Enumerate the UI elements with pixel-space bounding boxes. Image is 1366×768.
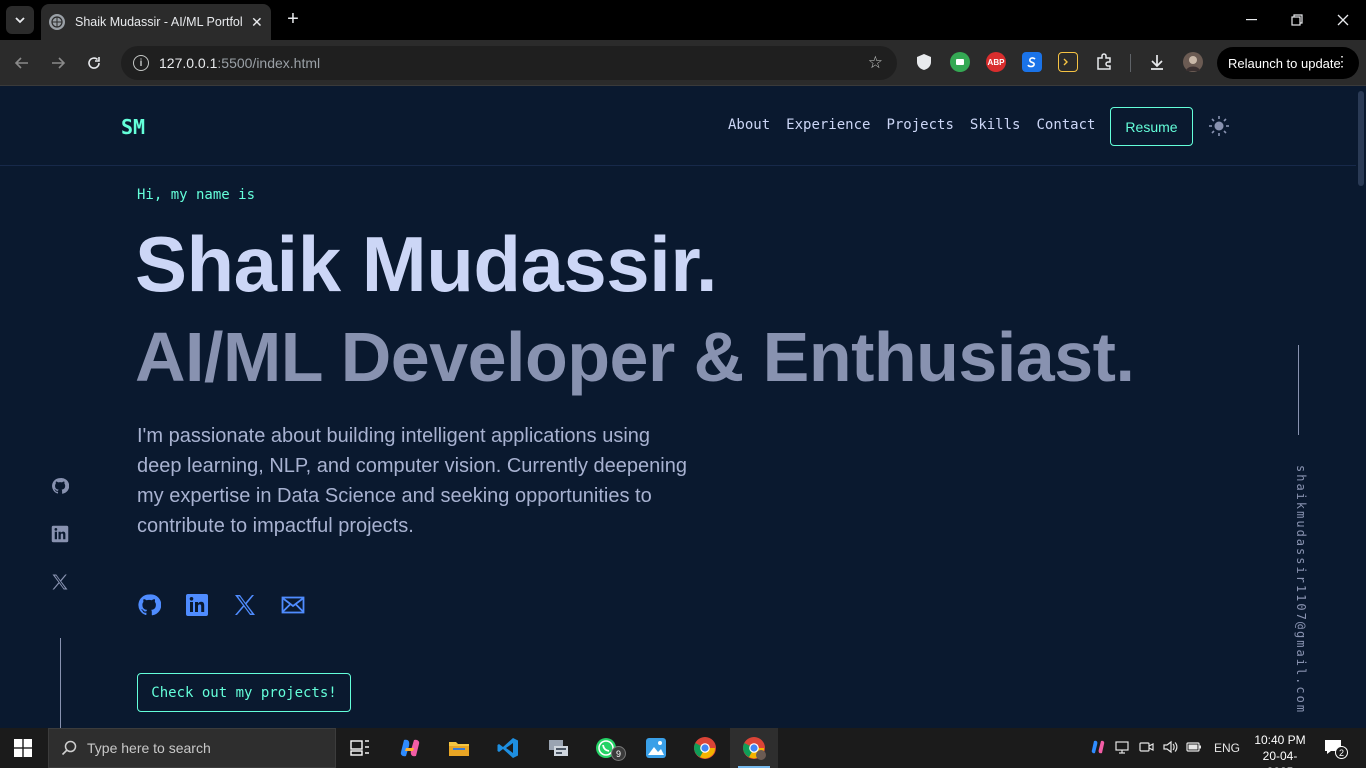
url-path: :5500/index.html [217, 55, 321, 71]
taskbar-search-placeholder: Type here to search [87, 740, 211, 756]
new-tab-button[interactable]: + [282, 8, 304, 30]
network-app-icon[interactable] [546, 736, 570, 760]
taskbar-search-box[interactable]: Type here to search [48, 728, 336, 768]
clock-time: 10:40 PM [1254, 733, 1306, 747]
url-text: 127.0.0.1:5500/index.html [159, 55, 320, 71]
browser-tab-bar: Shaik Mudassir - AI/ML Portfolio ✕ + [0, 0, 1366, 40]
profile-avatar[interactable] [1183, 52, 1203, 72]
notification-center-button[interactable]: 2 [1323, 738, 1348, 759]
minimize-icon [1245, 19, 1257, 21]
hero-greeting: Hi, my name is [137, 187, 256, 203]
file-explorer-icon[interactable] [447, 736, 471, 760]
taskbar-active-app[interactable] [730, 728, 778, 768]
restore-icon [1291, 14, 1303, 26]
hero-role: AI/ML Developer & Enthusiast. [135, 318, 1135, 396]
task-view-icon[interactable] [348, 736, 372, 760]
hero-social-links [137, 593, 305, 617]
battery-icon[interactable] [1186, 739, 1202, 758]
forward-button[interactable] [46, 51, 70, 75]
relaunch-label: Relaunch to update [1228, 55, 1341, 71]
scrollbar-thumb[interactable] [1358, 91, 1364, 186]
sidebar-github-icon[interactable] [51, 477, 70, 495]
site-info-icon[interactable]: i [133, 55, 149, 71]
email-icon[interactable] [281, 593, 305, 617]
s-extension-icon[interactable] [1022, 52, 1042, 72]
arrow-right-icon [52, 57, 66, 69]
nav-link-skills[interactable]: Skills [970, 117, 1021, 133]
minimize-button[interactable] [1228, 0, 1274, 40]
close-window-button[interactable] [1320, 0, 1366, 40]
url-host: 127.0.0.1 [159, 55, 218, 71]
close-icon [1337, 14, 1349, 26]
address-bar[interactable]: i 127.0.0.1:5500/index.html ☆ [121, 46, 897, 80]
restore-button[interactable] [1274, 0, 1320, 40]
tab-search-button[interactable] [6, 6, 34, 34]
toolbar-divider [1130, 54, 1131, 72]
hero-name: Shaik Mudassir. [135, 220, 718, 308]
email-vertical-line [1298, 345, 1299, 435]
search-icon [61, 740, 77, 756]
relaunch-button[interactable]: Relaunch to update ⋮ [1217, 47, 1359, 79]
grammar-extension-icon[interactable] [950, 52, 970, 72]
tab-title: Shaik Mudassir - AI/ML Portfolio [75, 15, 243, 29]
linkedin-icon[interactable] [185, 593, 209, 617]
clock-date: 20-04-2025 [1262, 749, 1298, 768]
windows-taskbar: Type here to search 9 ENG 10:40 PM 20-04… [0, 728, 1366, 768]
github-icon[interactable] [137, 593, 162, 617]
reload-icon [88, 57, 100, 69]
browser-toolbar: i 127.0.0.1:5500/index.html ☆ ABP Relaun… [0, 40, 1366, 86]
portfolio-page: SM About Experience Projects Skills Cont… [0, 87, 1366, 728]
browser-tab-active[interactable]: Shaik Mudassir - AI/ML Portfolio ✕ [41, 4, 271, 40]
extensions-puzzle-icon[interactable] [1094, 52, 1114, 72]
reload-button[interactable] [82, 51, 106, 75]
windows-start-icon[interactable] [14, 739, 32, 757]
site-nav-links: About Experience Projects Skills Contact [728, 117, 1095, 133]
back-button[interactable] [10, 51, 34, 75]
resume-button[interactable]: Resume [1110, 107, 1193, 146]
projects-cta-button[interactable]: Check out my projects! [137, 673, 351, 712]
arrow-left-icon [14, 57, 28, 69]
nav-link-about[interactable]: About [728, 117, 770, 133]
volume-icon[interactable] [1162, 739, 1178, 758]
chevron-down-icon [15, 17, 25, 24]
nav-link-experience[interactable]: Experience [786, 117, 870, 133]
sidebar-vertical-line [60, 638, 61, 728]
copilot-icon[interactable] [398, 736, 422, 760]
x-twitter-icon[interactable] [233, 593, 257, 617]
brave-shield-extension-icon[interactable] [914, 52, 934, 72]
system-tray: ENG [1090, 728, 1240, 768]
globe-icon [49, 14, 65, 30]
terminal-extension-icon[interactable] [1058, 52, 1078, 72]
abp-label: ABP [987, 57, 1005, 67]
chrome-icon[interactable] [693, 736, 717, 760]
menu-dots-icon[interactable]: ⋮ [1335, 53, 1349, 70]
sidebar-email-link[interactable]: shaikmudassir1107@gmail.com [1288, 465, 1308, 714]
bookmark-star-icon[interactable]: ☆ [868, 53, 883, 73]
copilot-tray-icon[interactable] [1090, 739, 1106, 758]
adblock-plus-icon[interactable]: ABP [986, 52, 1006, 72]
site-logo[interactable]: SM [121, 115, 145, 139]
notification-count: 2 [1335, 746, 1348, 759]
taskbar-clock[interactable]: 10:40 PM 20-04-2025 [1250, 732, 1310, 768]
whatsapp-icon[interactable]: 9 [594, 736, 628, 761]
meet-now-icon[interactable] [1138, 739, 1154, 758]
hero-description: I'm passionate about building intelligen… [137, 425, 687, 537]
network-icon[interactable] [1114, 739, 1130, 758]
sun-icon [1209, 116, 1229, 136]
language-indicator[interactable]: ENG [1214, 741, 1240, 755]
theme-toggle-button[interactable] [1208, 115, 1230, 137]
sidebar-linkedin-icon[interactable] [51, 525, 69, 543]
downloads-icon[interactable] [1147, 52, 1167, 72]
nav-link-contact[interactable]: Contact [1036, 117, 1095, 133]
whatsapp-badge: 9 [611, 746, 626, 761]
page-scrollbar[interactable] [1356, 87, 1366, 728]
site-header: SM About Experience Projects Skills Cont… [0, 87, 1356, 166]
chrome-profile-icon [742, 736, 766, 760]
nav-link-projects[interactable]: Projects [886, 117, 953, 133]
tab-close-icon[interactable]: ✕ [251, 14, 263, 31]
sidebar-x-twitter-icon[interactable] [51, 573, 69, 591]
vscode-icon[interactable] [496, 736, 520, 760]
photos-icon[interactable] [644, 736, 668, 760]
fixed-social-sidebar [51, 477, 70, 621]
